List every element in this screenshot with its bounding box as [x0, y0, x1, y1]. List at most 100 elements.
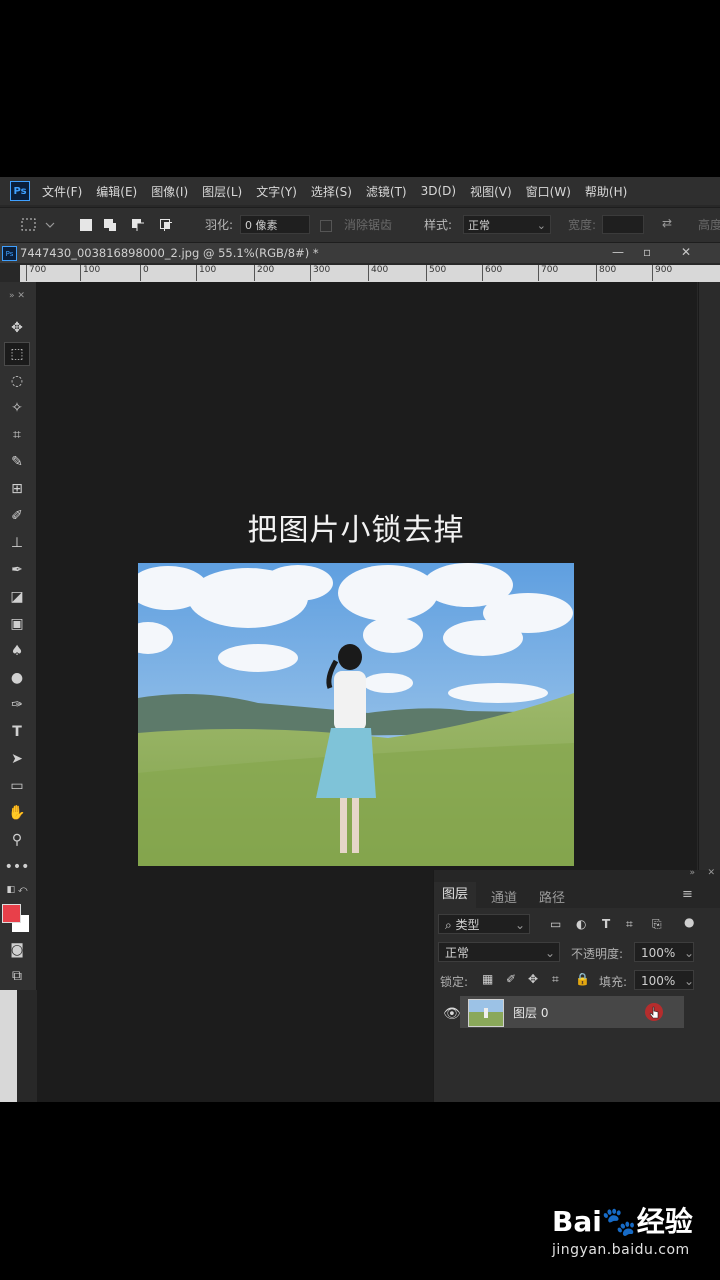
- ruler-tick: 800: [596, 265, 616, 281]
- menu-type[interactable]: 文字(Y): [256, 183, 297, 200]
- history-brush-tool-icon[interactable]: ✒: [4, 558, 30, 582]
- chevron-down-icon: ⌄: [536, 219, 546, 232]
- magic-wand-tool-icon[interactable]: ✧: [4, 396, 30, 420]
- ruler-tick: 600: [482, 265, 502, 281]
- gradient-tool-icon[interactable]: ▣: [4, 612, 30, 636]
- tutorial-caption: 把图片小锁去掉: [247, 513, 465, 548]
- layers-panel-header: » ✕: [434, 868, 720, 882]
- hand-tool-icon[interactable]: ✋: [4, 801, 30, 825]
- lock-label: 锁定:: [440, 975, 469, 989]
- marquee-preset-icon[interactable]: [20, 217, 56, 233]
- menu-image[interactable]: 图像(I): [151, 183, 188, 200]
- ruler-tick: 700: [538, 265, 558, 281]
- intersect-selection-icon[interactable]: [160, 219, 172, 231]
- type-tool-icon[interactable]: T: [4, 720, 30, 744]
- layer-thumbnail-image: [469, 1000, 503, 1026]
- maximize-icon[interactable]: ▫: [643, 245, 651, 259]
- adjustment-filter-icon[interactable]: ◐: [576, 917, 586, 931]
- rectangle-tool-icon[interactable]: ▭: [4, 774, 30, 798]
- shape-filter-icon[interactable]: ⌗: [626, 917, 633, 932]
- collapse-icon[interactable]: »: [689, 868, 695, 878]
- new-selection-icon[interactable]: [80, 219, 92, 231]
- blend-mode-select[interactable]: 正常 ⌄: [438, 942, 560, 962]
- style-select[interactable]: 正常 ⌄: [463, 215, 551, 234]
- layer-name: 图层 0: [513, 1006, 549, 1020]
- foreground-color-swatch[interactable]: [2, 904, 21, 923]
- visibility-eye-icon[interactable]: 👁: [443, 1006, 461, 1022]
- opacity-input[interactable]: 100% ⌄: [634, 942, 694, 962]
- pixel-filter-icon[interactable]: ▭: [550, 917, 561, 931]
- zoom-tool-icon[interactable]: ⚲: [4, 828, 30, 852]
- chevron-down-icon: ⌄: [683, 974, 694, 988]
- feather-input[interactable]: 0 像素: [240, 215, 310, 234]
- lock-position-icon[interactable]: ✥: [528, 972, 538, 986]
- document-photo[interactable]: [138, 563, 574, 866]
- lasso-tool-icon[interactable]: ◌: [4, 369, 30, 393]
- type-filter-icon[interactable]: T: [602, 917, 610, 931]
- antialias-checkbox[interactable]: [320, 220, 332, 232]
- lock-all-icon[interactable]: 🔒: [575, 972, 590, 986]
- ps-logo: Ps: [10, 181, 30, 201]
- subtract-selection-icon[interactable]: [132, 219, 144, 231]
- swap-colors-icon[interactable]: ◧ ⤺: [4, 878, 30, 902]
- tab-layers[interactable]: 图层: [434, 882, 477, 908]
- menu-view[interactable]: 视图(V): [470, 183, 512, 200]
- marquee-tool-icon[interactable]: ⬚: [4, 342, 30, 366]
- layer-filter-select[interactable]: ⌕ 类型 ⌄: [438, 914, 530, 934]
- fill-input[interactable]: 100% ⌄: [634, 970, 694, 990]
- close-panel-icon[interactable]: ✕: [707, 868, 715, 878]
- move-tool-icon[interactable]: ✥: [4, 316, 30, 340]
- layer-thumbnail: [468, 999, 504, 1027]
- tab-paths[interactable]: 路径: [539, 887, 565, 906]
- layers-panel: » ✕ 图层 通道 路径 ≡ ⌕ 类型 ⌄ ▭ ◐ T ⌗ ⎘ ● 正常 ⌄ 不…: [433, 868, 720, 1102]
- ruler-tick: 400: [368, 265, 388, 281]
- width-input[interactable]: [602, 215, 644, 234]
- document-title: 7447430_003816898000_2.jpg @ 55.1%(RGB/8…: [20, 246, 319, 260]
- eyedropper-tool-icon[interactable]: ✎: [4, 450, 30, 474]
- menu-edit[interactable]: 编辑(E): [96, 183, 137, 200]
- horizontal-ruler: 700 100 0 100 200 300 400 500 600 700 80…: [20, 265, 720, 282]
- layer-lock-icon[interactable]: [645, 1003, 663, 1021]
- crop-tool-icon[interactable]: ⌗: [4, 423, 30, 447]
- eraser-tool-icon[interactable]: ◪: [4, 585, 30, 609]
- layers-panel-tabs: 图层 通道 路径 ≡: [434, 882, 720, 908]
- menu-bar: Ps 文件(F) 编辑(E) 图像(I) 图层(L) 文字(Y) 选择(S) 滤…: [0, 177, 720, 205]
- screen-mode-icon[interactable]: ⧉: [4, 964, 30, 988]
- panel-menu-icon[interactable]: ≡: [682, 887, 693, 902]
- lock-artboard-icon[interactable]: ⌗: [552, 972, 559, 987]
- menu-layer[interactable]: 图层(L): [202, 183, 242, 200]
- close-icon[interactable]: ✕: [681, 245, 691, 259]
- menu-3d[interactable]: 3D(D): [421, 184, 456, 198]
- panel-collapse-icon[interactable]: » ✕: [4, 284, 30, 308]
- menu-filter[interactable]: 滤镜(T): [366, 183, 407, 200]
- menu-help[interactable]: 帮助(H): [585, 183, 627, 200]
- smart-object-filter-icon[interactable]: ⎘: [652, 917, 662, 932]
- lock-image-icon[interactable]: ✐: [506, 972, 516, 986]
- menu-select[interactable]: 选择(S): [311, 183, 352, 200]
- add-selection-icon[interactable]: [104, 219, 116, 231]
- brush-tool-icon[interactable]: ✐: [4, 504, 30, 528]
- document-tab[interactable]: Ps 7447430_003816898000_2.jpg @ 55.1%(RG…: [0, 243, 720, 263]
- width-label: 宽度:: [568, 218, 597, 232]
- blur-tool-icon[interactable]: ♠: [4, 639, 30, 663]
- layer-row[interactable]: 图层 0: [460, 996, 684, 1028]
- path-selection-tool-icon[interactable]: ➤: [4, 747, 30, 771]
- chevron-down-icon: ⌄: [514, 918, 525, 932]
- filter-toggle-icon[interactable]: ●: [684, 915, 694, 929]
- lock-transparent-icon[interactable]: ▦: [482, 972, 493, 986]
- watermark-logo: Bai🐾经验: [552, 1205, 693, 1238]
- dodge-tool-icon[interactable]: ●: [4, 666, 30, 690]
- clone-stamp-tool-icon[interactable]: ⊥: [4, 531, 30, 555]
- more-tools-icon[interactable]: •••: [4, 855, 30, 879]
- minimize-icon[interactable]: —: [612, 245, 624, 259]
- healing-brush-tool-icon[interactable]: ⊞: [4, 477, 30, 501]
- quick-mask-icon[interactable]: ◙: [4, 938, 30, 962]
- chevron-down-icon: ⌄: [683, 946, 694, 960]
- tab-channels[interactable]: 通道: [491, 887, 517, 906]
- menu-window[interactable]: 窗口(W): [526, 183, 571, 200]
- menu-file[interactable]: 文件(F): [42, 183, 82, 200]
- ruler-tick: 100: [80, 265, 100, 281]
- options-bar: 羽化: 0 像素 消除锯齿 样式: 正常 ⌄ 宽度: ⇄ 高度: [0, 207, 720, 243]
- swap-icon[interactable]: ⇄: [662, 216, 672, 230]
- pen-tool-icon[interactable]: ✑: [4, 693, 30, 717]
